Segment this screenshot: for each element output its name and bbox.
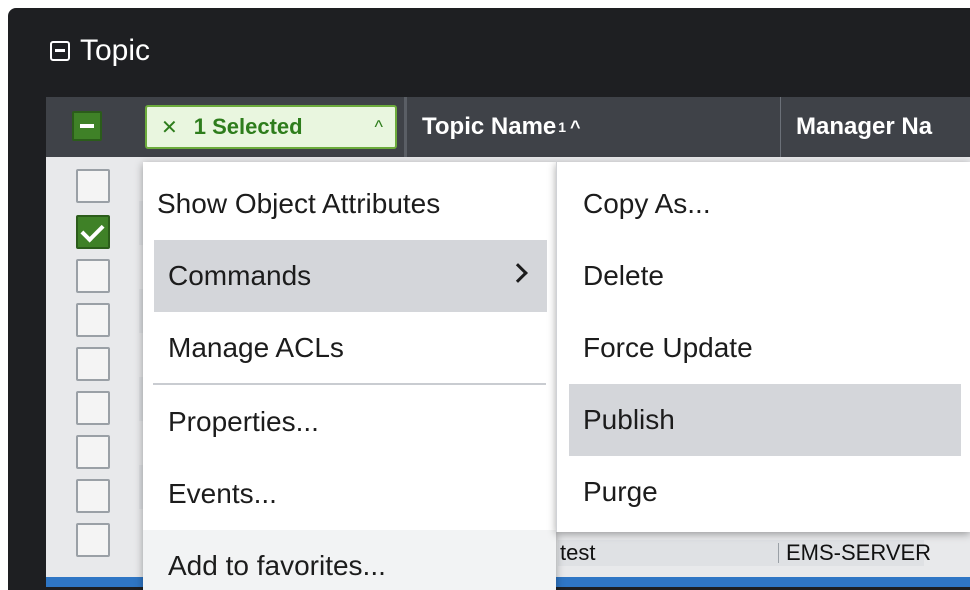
chevron-up-icon[interactable]: ^ — [375, 117, 383, 138]
submenu-item-publish[interactable]: Publish — [569, 384, 961, 456]
menu-item-label: Purge — [583, 476, 658, 507]
column-header-topic-name[interactable]: Topic Name 1 ^ — [422, 97, 782, 157]
column-divider[interactable] — [780, 97, 781, 157]
menu-divider — [153, 383, 546, 385]
row-checkbox[interactable] — [76, 391, 110, 425]
menu-item-events[interactable]: Events... — [154, 458, 547, 530]
select-all-cell — [46, 97, 139, 157]
menu-item-commands[interactable]: Commands — [154, 240, 547, 312]
cell-divider — [778, 543, 779, 563]
submenu-item-copy-as[interactable]: Copy As... — [569, 168, 961, 240]
submenu-item-delete[interactable]: Delete — [569, 240, 961, 312]
menu-item-add-to-favorites[interactable]: Add to favorites... — [143, 530, 556, 590]
column-label: Topic Name — [422, 113, 557, 140]
menu-item-label: Properties... — [168, 406, 319, 437]
sort-index: 1 — [558, 119, 567, 135]
menu-item-label: Commands — [168, 260, 312, 291]
row-checkbox[interactable] — [76, 479, 110, 513]
menu-item-label: Manage ACLs — [168, 332, 344, 363]
row-checkbox-column — [46, 157, 139, 577]
submenu-item-purge[interactable]: Purge — [569, 456, 961, 528]
selection-chip[interactable]: ✕ 1 Selected ^ — [145, 105, 397, 149]
menu-item-label: Publish — [583, 404, 675, 435]
collapse-icon[interactable] — [50, 41, 70, 61]
clear-selection-icon[interactable]: ✕ — [161, 115, 178, 140]
table-row[interactable]: test EMS-SERVER — [558, 540, 931, 566]
column-divider[interactable] — [404, 97, 407, 157]
row-checkbox[interactable] — [76, 303, 110, 337]
window-title: Topic — [80, 34, 151, 67]
row-checkbox[interactable] — [76, 169, 110, 203]
context-menu: Show Object Attributes Commands Manage A… — [143, 162, 556, 590]
menu-item-label: Force Update — [583, 332, 753, 363]
menu-item-label: Copy As... — [583, 188, 711, 219]
row-checkbox[interactable] — [76, 435, 110, 469]
menu-item-label: Add to favorites... — [168, 550, 386, 581]
selection-count: 1 Selected — [193, 114, 303, 139]
manager-name-cell: EMS-SERVER — [786, 540, 932, 565]
menu-item-label: Events... — [168, 478, 277, 509]
grid-header: ✕ 1 Selected ^ Topic Name 1 ^ Manager Na — [46, 97, 970, 157]
row-checkbox[interactable] — [76, 523, 110, 557]
commands-submenu: Copy As... Delete Force Update Publish P… — [556, 162, 970, 532]
menu-item-properties[interactable]: Properties... — [154, 386, 547, 458]
row-checkbox[interactable] — [76, 347, 110, 381]
menu-item-label: Delete — [583, 260, 664, 291]
window-title-bar: Topic — [50, 34, 150, 68]
row-checkbox[interactable] — [76, 259, 110, 293]
menu-item-show-object-attributes[interactable]: Show Object Attributes — [143, 168, 556, 240]
menu-item-label: Show Object Attributes — [157, 188, 441, 219]
menu-item-manage-acls[interactable]: Manage ACLs — [154, 312, 547, 384]
column-header-manager-name[interactable]: Manager Na — [796, 97, 970, 157]
row-checkbox-checked[interactable] — [76, 215, 110, 249]
submenu-item-force-update[interactable]: Force Update — [569, 312, 961, 384]
topic-name-cell: test — [560, 540, 596, 565]
column-label: Manager Na — [796, 113, 933, 140]
chevron-right-icon — [508, 263, 528, 283]
select-all-checkbox[interactable] — [72, 111, 102, 141]
sort-ascending-icon: ^ — [570, 116, 581, 137]
